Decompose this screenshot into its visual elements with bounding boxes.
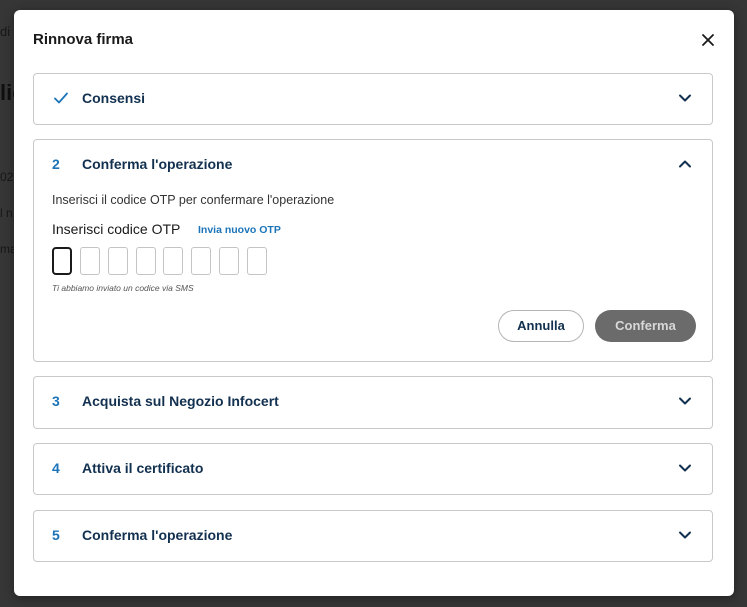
check-icon — [53, 91, 69, 110]
step-final-confirm-header[interactable]: 5 Conferma l'operazione — [34, 511, 712, 561]
step-number: 5 — [52, 527, 60, 543]
close-icon — [702, 34, 714, 46]
step-title: Acquista sul Negozio Infocert — [82, 393, 279, 409]
otp-digit-input[interactable] — [136, 247, 156, 275]
step-title: Consensi — [82, 90, 146, 106]
otp-digit-input[interactable] — [163, 247, 183, 275]
chevron-up-icon — [678, 159, 692, 169]
otp-digit-input[interactable] — [108, 247, 128, 275]
cancel-button[interactable]: Annulla — [498, 310, 584, 342]
otp-digit-input[interactable] — [52, 247, 72, 275]
step-confirm-operation: 2 Conferma l'operazione Inserisci il cod… — [33, 139, 713, 362]
chevron-down-icon — [678, 463, 692, 473]
close-button[interactable] — [698, 30, 718, 50]
dialog-title: Rinnova firma — [33, 31, 134, 48]
otp-label: Inserisci codice OTP — [52, 221, 181, 237]
step-number: 4 — [52, 460, 60, 476]
step-number: 2 — [52, 156, 60, 172]
step-number: 3 — [52, 393, 60, 409]
otp-digit-input[interactable] — [80, 247, 100, 275]
otp-digit-input[interactable] — [219, 247, 239, 275]
otp-instructions: Inserisci il codice OTP per confermare l… — [52, 193, 335, 207]
confirm-button[interactable]: Conferma — [595, 310, 696, 342]
step-consents-header[interactable]: Consensi — [34, 74, 712, 124]
chevron-down-icon — [678, 530, 692, 540]
step-final-confirm: 5 Conferma l'operazione — [33, 510, 713, 562]
chevron-down-icon — [678, 93, 692, 103]
step-buy-infocert-header[interactable]: 3 Acquista sul Negozio Infocert — [34, 377, 712, 427]
step-activate-certificate: 4 Attiva il certificato — [33, 443, 713, 495]
step-consents: Consensi — [33, 73, 713, 125]
step-buy-infocert: 3 Acquista sul Negozio Infocert — [33, 376, 713, 429]
chevron-down-icon — [678, 396, 692, 406]
step-title: Conferma l'operazione — [82, 156, 233, 172]
renew-signature-dialog: Rinnova firma Consensi 2 Conferma l'oper… — [14, 10, 734, 596]
resend-otp-link[interactable]: Invia nuovo OTP — [198, 224, 281, 236]
otp-digit-input[interactable] — [247, 247, 267, 275]
step-activate-certificate-header[interactable]: 4 Attiva il certificato — [34, 444, 712, 494]
otp-hint: Ti abbiamo inviato un codice via SMS — [52, 283, 194, 293]
step-title: Attiva il certificato — [82, 460, 204, 476]
otp-digit-input[interactable] — [191, 247, 211, 275]
step-confirm-operation-header[interactable]: 2 Conferma l'operazione — [34, 140, 712, 190]
step-title: Conferma l'operazione — [82, 527, 233, 543]
